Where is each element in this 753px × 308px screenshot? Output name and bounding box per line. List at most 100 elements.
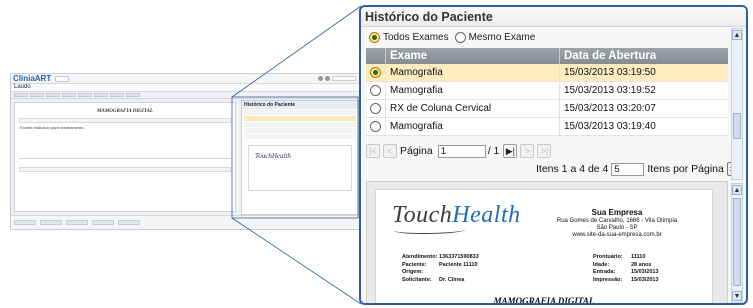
header-exam[interactable]: Exame (386, 48, 560, 64)
thumbnail-row (244, 122, 356, 127)
user-icon (318, 76, 323, 81)
thumbnail-document: TouchHealth (248, 145, 352, 191)
info-value: 1363371590833 (439, 254, 479, 260)
info-row: Origem: (402, 269, 479, 277)
thumbnail-divider (19, 158, 231, 159)
info-label: Paciente: (402, 261, 427, 268)
info-value: Paciente 11110 (439, 261, 478, 268)
logo-swoosh (394, 226, 466, 234)
app-thumbnail: CliniaART Laudo MAMOGRAFIA DIGITAL Exame… (10, 73, 360, 230)
info-label: Solicitante: (402, 276, 432, 283)
info-value: 11110 (631, 254, 646, 260)
date-cell: 15/03/2013 03:19:50 (564, 67, 656, 78)
table-scrollbar[interactable]: ▲ (731, 28, 743, 180)
thumbnail-editor-toolbar-2 (19, 167, 231, 172)
patient-history-panel: Histórico do Paciente Todos Exames Mesmo… (359, 5, 748, 305)
row-select-cell[interactable] (366, 100, 386, 117)
thumbnail-titlebar: CliniaART (11, 74, 359, 84)
date-cell: 15/03/2013 03:20:07 (564, 103, 656, 114)
thumbnail-editor-text: Exame realizado para rastreamento. (20, 125, 85, 130)
first-page-button[interactable]: |< (366, 144, 380, 158)
radio-all-exams-label[interactable]: Todos Exames (383, 32, 449, 43)
info-label: Idade: (593, 261, 610, 268)
exam-cell: Mamografia (386, 64, 560, 81)
company-site: www.site-da-sua-empresa.com.br (572, 232, 662, 238)
date-cell: 15/03/2013 03:19:52 (564, 85, 656, 96)
thumbnail-search-box (332, 76, 356, 81)
header-open-date[interactable]: Data de Abertura (560, 48, 728, 64)
app-logo: CliniaART (13, 74, 52, 83)
thumbnail-history-panel: Histórico do Paciente TouchHealth (241, 100, 359, 215)
row-select-cell[interactable] (366, 82, 386, 99)
thumbnail-history-title: Histórico do Paciente (242, 101, 358, 109)
exam-cell: Mamografia (386, 82, 560, 99)
per-page-label: Itens por Página (647, 163, 724, 175)
table-row[interactable]: Mamografia 15/03/2013 03:19:50 (366, 64, 728, 82)
gear-icon (325, 76, 330, 81)
row-select-cell[interactable] (366, 64, 386, 81)
prev-page-button[interactable]: < (383, 144, 397, 158)
go-page-button[interactable]: ▶| (503, 144, 518, 158)
doc-scroll-up-icon[interactable]: ▲ (732, 185, 742, 195)
patient-info-left: Atendimento: 1363371590833 Paciente: Pacien… (402, 254, 479, 284)
exam-filter: Todos Exames Mesmo Exame (361, 27, 746, 47)
exam-history-table: Exame Data de Abertura Mamografia 15/03/2… (366, 48, 728, 136)
thumbnail-row (244, 116, 356, 121)
last-page-button[interactable]: >| (537, 144, 552, 158)
exam-cell: RX de Coluna Cervical (386, 100, 560, 117)
info-row: Paciente: Paciente 11110 (402, 262, 479, 270)
info-row: Entrada: 15/03/2013 (593, 269, 659, 277)
row-radio[interactable] (370, 103, 381, 114)
doc-scroll-down-icon[interactable]: ▼ (732, 291, 742, 301)
per-page-input[interactable]: 5 (611, 162, 645, 176)
thumbnail-editor-title: MAMOGRAFIA DIGITAL (97, 109, 153, 114)
page-input[interactable]: 1 (437, 144, 486, 158)
report-title: MAMOGRAFIA DIGITAL (493, 296, 595, 305)
items-info: Itens 1 a 4 de 4 5 Itens por Página ⇄ (536, 162, 741, 176)
thumbnail-row (244, 110, 356, 115)
next-page-button[interactable]: > (520, 144, 535, 158)
row-radio[interactable] (370, 121, 381, 132)
document-scroll-thumb[interactable] (733, 198, 741, 286)
items-range: Itens 1 a 4 de 4 (536, 163, 609, 175)
thumbnail-section-title: Laudo (11, 84, 359, 92)
info-row: Prontuário: 11110 (593, 254, 659, 262)
company-address: Rua Gomes de Carvalho, 1666 - Vila Olímp… (556, 218, 678, 224)
date-cell: 15/03/2013 03:19:40 (564, 121, 656, 132)
exam-cell: Mamografia (386, 118, 560, 135)
scroll-up-icon[interactable]: ▲ (732, 30, 742, 40)
info-value: Dr. Clinea (439, 276, 465, 283)
company-info: Sua Empresa Rua Gomes de Carvalho, 1666 … (526, 208, 708, 239)
thumbnail-row (244, 134, 356, 139)
info-value: 15/03/2013 (631, 276, 659, 283)
table-scroll-thumb[interactable] (733, 113, 741, 139)
report-page: TouchHealth Sua Empresa Rua Gomes de Car… (375, 189, 713, 305)
thumbnail-document-logo: TouchHealth (255, 152, 291, 160)
panel-title: Histórico do Paciente (361, 7, 746, 27)
company-name: Sua Empresa (591, 208, 643, 217)
document-scrollbar[interactable]: ▲ ▼ (731, 183, 743, 303)
row-radio[interactable] (370, 67, 381, 78)
header-select-column (366, 48, 386, 64)
thumbnail-tab (55, 75, 70, 82)
info-row: Atendimento: 1363371590833 (402, 254, 479, 262)
radio-all-exams[interactable] (369, 31, 380, 43)
row-select-cell[interactable] (366, 118, 386, 135)
radio-same-exam-label[interactable]: Mesmo Exame (469, 32, 536, 43)
info-label: Origem: (402, 269, 424, 275)
table-header: Exame Data de Abertura (366, 48, 728, 64)
table-row[interactable]: Mamografia 15/03/2013 03:19:52 (366, 82, 728, 100)
patient-info-right: Prontuário: 11110 Idade: 28 anos Entrada: 15/… (593, 254, 659, 284)
table-row[interactable]: RX de Coluna Cervical 15/03/2013 03:20:07 (366, 100, 728, 118)
thumbnail-statusbar (11, 215, 359, 229)
table-row[interactable]: Mamografia 15/03/2013 03:19:40 (366, 118, 728, 136)
info-value: 15/03/2013 (631, 269, 659, 275)
info-label: Impressão: (593, 276, 623, 283)
info-value: 28 anos (631, 261, 652, 268)
radio-same-exam[interactable] (454, 31, 466, 43)
touchhealth-logo: TouchHealth (392, 202, 521, 228)
page-total: / 1 (487, 145, 500, 157)
document-preview: TouchHealth Sua Empresa Rua Gomes de Car… (366, 181, 728, 305)
info-label: Atendimento: (402, 254, 438, 260)
row-radio[interactable] (370, 85, 381, 96)
